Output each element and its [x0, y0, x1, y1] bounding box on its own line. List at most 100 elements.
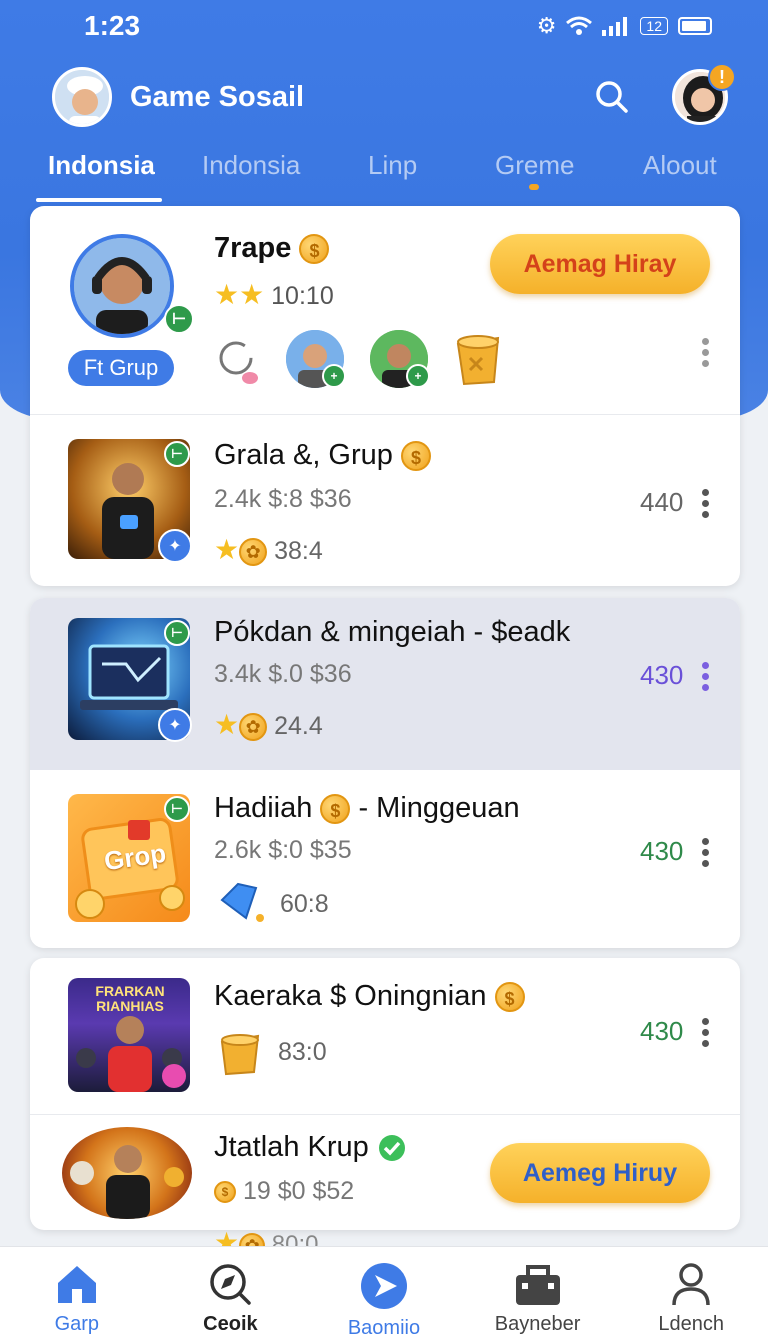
kaeraka-thumbnail: FRARKAN RIANHIAS	[68, 978, 190, 1092]
featured-card: ⊢ Ft Grup 7rape $ ★★ 10:10 Aemag Hiray +…	[30, 206, 740, 586]
featured-avatar	[70, 234, 174, 338]
hadiiah-more-icon[interactable]	[702, 838, 710, 867]
grala-top-badge-icon: ⊢	[164, 441, 190, 467]
pokdan-boost-icon: ✦	[158, 708, 192, 742]
list-card-2: ⊢ ✦ Pókdan & mingeiah - $eadk 3.4k $.0 $…	[30, 598, 740, 948]
hadiiah-rating: 60:8	[280, 890, 329, 918]
nav-baomiio[interactable]: Baomiio	[307, 1247, 461, 1344]
grala-stats: 2.4k $:8 $36	[214, 485, 352, 513]
list-item[interactable]: FRARKAN RIANHIAS Kaeraka $ Oningnian $ 8…	[30, 958, 740, 1114]
grala-rating: ★ ✿ 38:4	[214, 533, 323, 567]
jtatlah-thumbnail-image	[70, 1145, 184, 1219]
hadiiah-stats: 2.6k $:0 $35	[214, 836, 352, 864]
jtatlah-stats: $ 19 $0 $52	[214, 1177, 354, 1206]
person-icon	[672, 1263, 710, 1306]
nav-bayneber[interactable]: Bayneber	[461, 1247, 615, 1344]
online-badge-icon: ⊢	[164, 304, 194, 334]
list-item[interactable]: ⊢ ✦ Grala &, Grup $ 2.4k $:8 $36 ★ ✿ 38:4…	[30, 414, 740, 586]
tab-linp[interactable]: Linp	[368, 150, 417, 181]
signal-icon	[602, 17, 628, 36]
join-button-2[interactable]: Aemeg Hiruy	[490, 1143, 710, 1203]
coin-icon: $	[299, 234, 330, 265]
member-2-badge-icon: +	[406, 364, 430, 388]
nav-label-garp: Garp	[54, 1313, 100, 1335]
kaeraka-more-icon[interactable]	[702, 1018, 710, 1047]
coin-icon: $	[214, 1181, 236, 1204]
bucket-icon	[456, 335, 500, 386]
verified-icon	[378, 1135, 405, 1162]
coin-icon: $	[320, 794, 351, 825]
kaeraka-count: 430	[640, 1016, 684, 1046]
list-item[interactable]: Jtatlah Krup $ 19 $0 $52 Aemeg Hiruy	[30, 1114, 740, 1230]
hadiiah-top-badge-icon: ⊢	[164, 796, 190, 822]
featured-more-icon[interactable]	[702, 338, 710, 367]
join-button[interactable]: Aemag Hiray	[490, 234, 710, 294]
nav-label-ceoik: Ceoik	[203, 1313, 258, 1335]
jtatlah-thumbnail	[62, 1127, 192, 1219]
notification-badge: !	[708, 63, 736, 91]
tab-aloout[interactable]: Aloout	[643, 150, 717, 181]
featured-rating: ★★ 10:10	[214, 278, 334, 311]
chef-avatar-icon	[55, 70, 109, 124]
grala-title-text: Grala &, Grup	[214, 439, 393, 471]
hadiiah-count: 430	[640, 836, 684, 866]
jtatlah-title: Jtatlah Krup	[214, 1131, 407, 1164]
app-bar: Game Sosail !	[0, 62, 768, 132]
status-time: 1:23	[84, 10, 141, 41]
avatar[interactable]	[52, 67, 112, 127]
nav-garp[interactable]: Garp	[0, 1247, 154, 1344]
search-icon[interactable]	[592, 77, 632, 117]
featured-title-text: 7rape	[214, 232, 292, 264]
status-icons: ⚙ 12	[537, 13, 712, 39]
pokdan-top-badge-icon: ⊢	[164, 620, 190, 646]
list-item[interactable]: ⊢ ✦ Pókdan & mingeiah - $eadk 3.4k $.0 $…	[30, 598, 740, 770]
gem-icon	[220, 882, 264, 922]
app-title: Game Sosail	[130, 80, 305, 113]
member-1-badge-icon: +	[322, 364, 346, 388]
play-icon	[360, 1263, 407, 1309]
kaeraka-title: Kaeraka $ Oningnian $	[214, 980, 525, 1013]
hadiiah-title-b: - Minggeuan	[358, 792, 520, 824]
profile-button[interactable]: !	[672, 63, 736, 125]
featured-row[interactable]: ⊢ Ft Grup 7rape $ ★★ 10:10 Aemag Hiray +…	[30, 206, 740, 414]
group-chip[interactable]: Ft Grup	[68, 350, 174, 386]
tab-indonsia-1[interactable]: Indonsia	[48, 150, 155, 181]
tab-greme[interactable]: Greme	[495, 150, 574, 181]
wifi-icon	[566, 16, 593, 35]
nav-ceoik[interactable]: Ceoik	[154, 1247, 308, 1344]
kaeraka-thumbnail-image	[76, 1016, 186, 1092]
grala-rating-text: 38:4	[274, 537, 323, 565]
pokdan-more-icon[interactable]	[702, 662, 710, 691]
grala-boost-icon: ✦	[158, 529, 192, 563]
grala-count: 440	[640, 487, 684, 517]
tab-indonsia-2[interactable]: Indonsia	[202, 150, 300, 181]
grala-title: Grala &, Grup $	[214, 439, 431, 472]
search-member-icon[interactable]	[216, 338, 260, 386]
medal-icon: ✿	[239, 713, 268, 742]
nav-ldench[interactable]: Ldench	[614, 1247, 768, 1344]
grala-more-icon[interactable]	[702, 489, 710, 518]
jtatlah-title-text: Jtatlah Krup	[214, 1131, 369, 1163]
star-icon: ★★	[214, 279, 265, 310]
bag-icon	[515, 1265, 560, 1305]
medal-icon: ✿	[239, 538, 268, 567]
featured-title: 7rape $	[214, 232, 330, 265]
nav-label-baomiio: Baomiio	[347, 1317, 421, 1339]
list-item[interactable]: Grop ⊢ Hadiiah $ - Minggeuan 2.6k $:0 $3…	[30, 770, 740, 948]
coin-icon: $	[494, 982, 525, 1013]
pokdan-count: 430	[640, 660, 684, 690]
settings-icon: ⚙	[536, 13, 557, 38]
featured-rating-text: 10:10	[271, 282, 334, 310]
pokdan-stats: 3.4k $.0 $36	[214, 660, 352, 688]
jtatlah-stats-text: 19 $0 $52	[242, 1177, 355, 1205]
kaeraka-rating: 83:0	[278, 1038, 327, 1066]
star-icon: ★	[214, 709, 240, 740]
hadiiah-title: Hadiiah $ - Minggeuan	[214, 792, 520, 825]
pokdan-rating-text: 24.4	[274, 712, 323, 740]
pokdan-rating: ★ ✿ 24.4	[214, 708, 323, 742]
pokdan-title: Pókdan & mingeiah - $eadk	[214, 616, 571, 648]
nav-label-ldench: Ldench	[658, 1313, 724, 1335]
battery-icon	[678, 17, 712, 35]
nav-label-bayneber: Bayneber	[494, 1313, 581, 1335]
bottom-nav: Garp Ceoik Baomiio Bayneber Ldench	[0, 1246, 768, 1344]
